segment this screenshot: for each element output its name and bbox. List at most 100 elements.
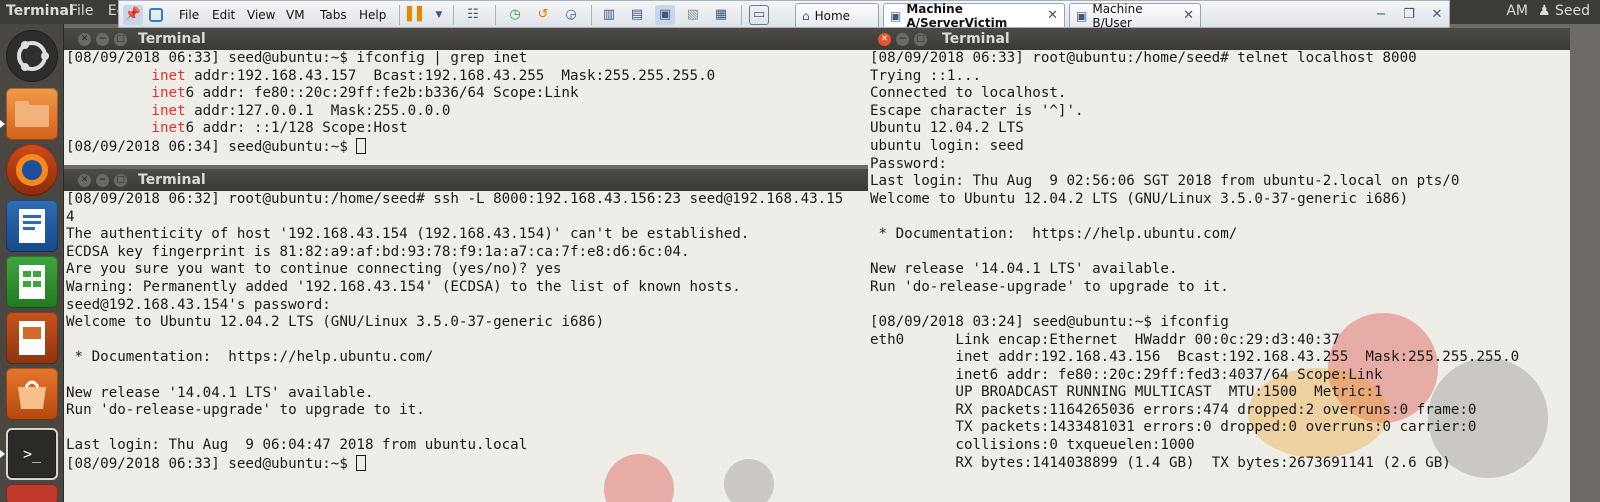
software-center-icon[interactable]: [6, 368, 58, 420]
snapshot-revert-icon[interactable]: ↺: [533, 4, 553, 25]
dash-home-icon[interactable]: [6, 30, 58, 82]
unity-mode-icon[interactable]: ▧: [683, 4, 703, 25]
launcher-item-partial[interactable]: [6, 484, 58, 502]
dropdown-icon[interactable]: ▼: [429, 4, 449, 25]
terminal-line: Warning: Permanently added '192.168.43.1…: [66, 278, 741, 295]
terminal-line: inet addr:192.168.43.156 Bcast:192.168.4…: [870, 349, 1520, 366]
full-screen-view-icon[interactable]: ▣: [655, 4, 675, 25]
vm-icon: ▣: [1076, 8, 1088, 23]
calc-icon[interactable]: [6, 256, 58, 308]
running-indicator: [0, 120, 5, 128]
sidebar-toggle-icon[interactable]: ▥: [599, 4, 619, 25]
terminal-line: seed@192.168.43.154's password:: [66, 296, 331, 313]
terminal-icon[interactable]: >_: [6, 428, 58, 480]
text-cursor: [356, 454, 367, 471]
terminal-line: Escape character is '^]'.: [870, 102, 1084, 119]
files-icon[interactable]: [6, 88, 58, 140]
separator: [741, 5, 742, 25]
terminal-window-top-left[interactable]: ✕ − □ Terminal [08/09/2018 06:33] seed@u…: [64, 28, 868, 165]
maximize-icon[interactable]: □: [114, 33, 127, 46]
terminal-line: Password:: [870, 155, 947, 172]
minimize-icon[interactable]: −: [96, 33, 109, 46]
menu-edit-vm[interactable]: Edit: [212, 4, 235, 25]
terminal-line: [08/09/2018 06:33] seed@ubuntu:~$ ifconf…: [66, 50, 528, 66]
tab-label: Machine B/User: [1092, 1, 1143, 30]
pause-icon[interactable]: ▌▌: [407, 4, 427, 25]
terminal-line: RX bytes:1414038899 (1.4 GB) TX bytes:26…: [870, 454, 1451, 471]
titlebar[interactable]: ✕ − □ Terminal: [64, 169, 868, 191]
writer-icon[interactable]: [6, 200, 58, 252]
window-title: Terminal: [942, 31, 1010, 47]
terminal-output[interactable]: [08/09/2018 06:33] root@ubuntu:/home/see…: [870, 50, 1570, 502]
snapshot-take-icon[interactable]: ◷: [505, 4, 525, 25]
network-icon[interactable]: ☷: [463, 4, 483, 25]
terminal-output[interactable]: [08/09/2018 06:33] seed@ubuntu:~$ ifconf…: [66, 50, 868, 165]
terminal-window-bottom-left[interactable]: ✕ − □ Terminal [08/09/2018 06:32] root@u…: [64, 169, 868, 502]
home-icon: ⌂: [802, 8, 810, 23]
grep-match: inet: [151, 102, 186, 119]
user-icon: ♟: [1537, 3, 1551, 19]
fullscreen-icon[interactable]: [149, 4, 163, 25]
terminal-line: [08/09/2018 06:34] seed@ubuntu:~$: [66, 138, 357, 155]
clock[interactable]: AM: [1506, 3, 1528, 19]
tab-home[interactable]: ⌂ Home: [795, 3, 879, 27]
menu-vm[interactable]: VM: [286, 4, 305, 25]
terminal-line: inet addr:192.168.43.157 Bcast:192.168.4…: [151, 67, 716, 84]
titlebar[interactable]: ✕ − □ Terminal: [64, 28, 868, 50]
menu-file[interactable]: File: [70, 3, 93, 19]
menu-file-vm[interactable]: File: [179, 4, 199, 25]
terminal-output[interactable]: [08/09/2018 06:32] root@ubuntu:/home/see…: [66, 191, 868, 502]
tab-machine-a[interactable]: ▣ Machine A/ServerVictim ✕: [883, 2, 1065, 30]
terminal-line: New release '14.04.1 LTS' available.: [870, 261, 1178, 278]
menu-tabs[interactable]: Tabs: [320, 4, 347, 25]
terminal-line: Ubuntu 12.04.2 LTS: [870, 120, 1024, 137]
grep-match: inet: [151, 120, 186, 137]
minimize-icon[interactable]: −: [1371, 4, 1391, 25]
minimize-icon[interactable]: −: [896, 33, 909, 46]
firefox-icon[interactable]: [6, 144, 58, 196]
maximize-icon[interactable]: □: [914, 33, 927, 46]
minimize-icon[interactable]: −: [96, 174, 109, 187]
terminal-line: Welcome to Ubuntu 12.04.2 LTS (GNU/Linux…: [870, 190, 1409, 207]
app-title: Terminal: [6, 3, 74, 19]
terminal-line: Welcome to Ubuntu 12.04.2 LTS (GNU/Linux…: [66, 314, 605, 331]
terminal-line: inet6 addr: fe80::20c:29ff:fe2b:b336/64 …: [151, 85, 579, 102]
terminal-line: [08/09/2018 03:24] seed@ubuntu:~$ ifconf…: [870, 313, 1229, 330]
close-icon[interactable]: ✕: [78, 174, 91, 187]
terminal-line: Are you sure you want to continue connec…: [66, 261, 562, 278]
running-indicator: [0, 450, 5, 458]
snapshot-manager-icon[interactable]: ◶: [561, 4, 581, 25]
separator: [495, 5, 496, 25]
tab-machine-b[interactable]: ▣ Machine B/User ✕: [1069, 1, 1201, 30]
pin-icon[interactable]: 📌: [123, 4, 143, 25]
terminal-line: inet6 addr: ::1/128 Scope:Host: [151, 120, 408, 137]
titlebar[interactable]: ✕ − □ Terminal: [868, 28, 1570, 50]
menu-help[interactable]: Help: [359, 4, 386, 25]
impress-icon[interactable]: [6, 312, 58, 364]
thumbnail-bar-icon[interactable]: ▤: [627, 4, 647, 25]
tab-label: Home: [814, 8, 851, 23]
terminal-line: Run 'do-release-upgrade' to upgrade to i…: [66, 402, 425, 419]
close-tab-icon[interactable]: ✕: [1047, 8, 1058, 23]
close-icon[interactable]: ✕: [1427, 4, 1447, 25]
terminal-line: UP BROADCAST RUNNING MULTICAST MTU:1500 …: [870, 384, 1383, 401]
close-icon[interactable]: ✕: [78, 33, 91, 46]
window-title: Terminal: [138, 172, 206, 188]
terminal-line: RX packets:1164265036 errors:474 dropped…: [870, 401, 1477, 418]
console-view-icon[interactable]: ▦: [711, 4, 731, 25]
restore-icon[interactable]: ❐: [1399, 4, 1419, 25]
terminal-line: Run 'do-release-upgrade' to upgrade to i…: [870, 278, 1229, 295]
terminal-line: The authenticity of host '192.168.43.154…: [66, 226, 750, 243]
maximize-icon[interactable]: □: [114, 174, 127, 187]
grep-match: inet: [151, 67, 186, 84]
terminal-line: * Documentation: https://help.ubuntu.com…: [870, 225, 1238, 242]
terminal-window-right[interactable]: ✕ − □ Terminal [08/09/2018 06:33] root@u…: [868, 28, 1570, 502]
user-menu[interactable]: ♟ Seed: [1538, 3, 1590, 19]
grep-match: inet: [151, 85, 186, 102]
menu-view[interactable]: View: [247, 4, 275, 25]
terminal-line: [08/09/2018 06:33] root@ubuntu:/home/see…: [870, 50, 1417, 66]
text-cursor: [356, 137, 367, 154]
close-tab-icon[interactable]: ✕: [1183, 8, 1194, 23]
close-icon[interactable]: ✕: [878, 33, 891, 46]
library-icon[interactable]: ▭: [749, 4, 769, 25]
